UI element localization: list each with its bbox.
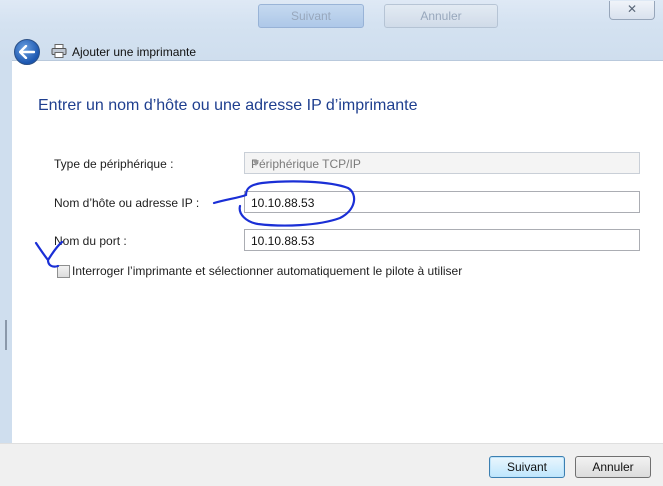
query-printer-label[interactable]: Interroger l’imprimante et sélectionner … bbox=[72, 264, 462, 278]
next-button[interactable]: Suivant bbox=[489, 456, 565, 478]
port-input[interactable]: 10.10.88.53 bbox=[244, 229, 640, 251]
query-printer-checkbox[interactable] bbox=[57, 265, 70, 278]
chevron-down-icon: ▼ bbox=[251, 158, 261, 169]
printer-icon bbox=[51, 44, 67, 61]
device-type-label: Type de périphérique : bbox=[54, 157, 174, 171]
back-arrow-icon bbox=[19, 45, 35, 59]
back-button[interactable] bbox=[14, 39, 40, 65]
port-value: 10.10.88.53 bbox=[251, 234, 315, 248]
window-left-border bbox=[0, 60, 12, 443]
hostname-input[interactable]: 10.10.88.53 bbox=[244, 191, 640, 213]
background-next-button: Suivant bbox=[258, 4, 364, 28]
background-cancel-button: Annuler bbox=[384, 4, 498, 28]
hostname-value: 10.10.88.53 bbox=[251, 196, 315, 210]
port-label: Nom du port : bbox=[54, 234, 127, 248]
close-button[interactable]: ✕ bbox=[609, 1, 655, 20]
window-title: Ajouter une imprimante bbox=[72, 45, 197, 59]
wizard-content-panel bbox=[12, 66, 663, 442]
hostname-label: Nom d’hôte ou adresse IP : bbox=[54, 196, 200, 210]
resize-grip bbox=[5, 320, 7, 350]
page-heading: Entrer un nom d’hôte ou une adresse IP d… bbox=[38, 97, 418, 114]
cancel-button[interactable]: Annuler bbox=[575, 456, 651, 478]
device-type-select[interactable]: Périphérique TCP/IP ▼ bbox=[244, 152, 640, 174]
